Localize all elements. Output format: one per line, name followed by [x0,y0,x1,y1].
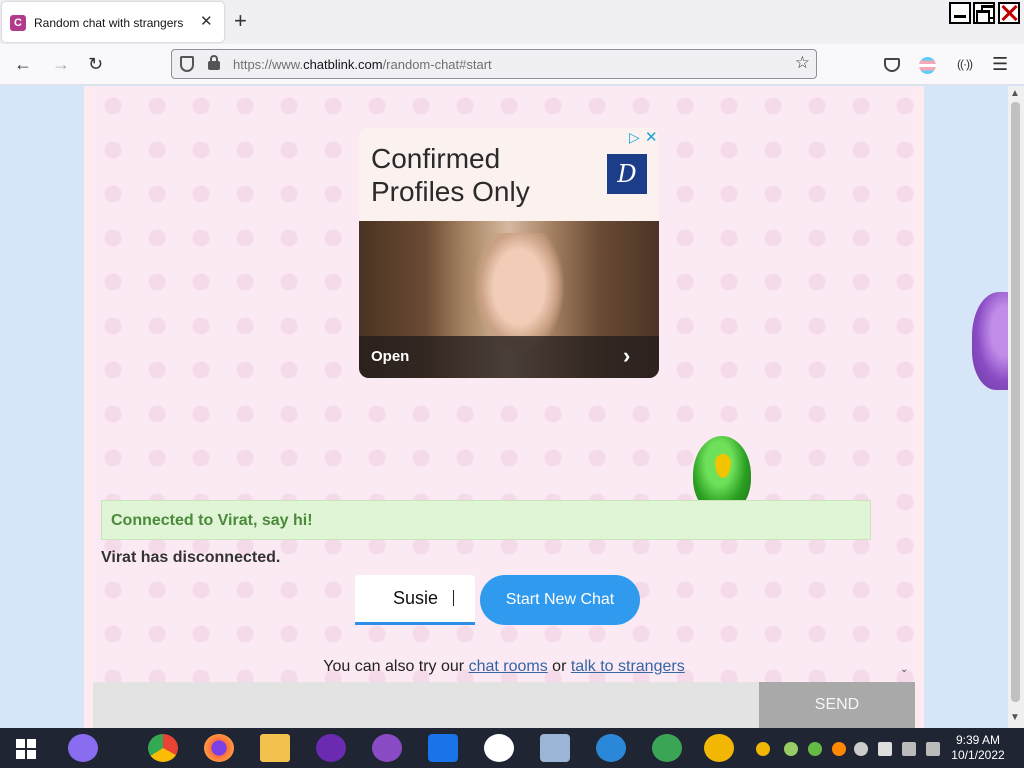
talk-to-strangers-link[interactable]: talk to strangers [571,658,685,675]
chevron-right-icon: › [623,343,631,368]
tray-app-icon[interactable] [756,742,770,756]
chat-rooms-link[interactable]: chat rooms [469,658,548,675]
new-tab-button[interactable]: + [234,10,247,32]
window-close-button[interactable] [998,2,1020,24]
tab-strip: C Random chat with strangers ✕ + [0,0,1024,44]
message-input[interactable] [93,682,759,728]
advertisement[interactable]: Confirmed Profiles Only D ▷ ✕ Open › [359,128,659,378]
volume-icon[interactable] [926,742,940,756]
network-icon[interactable] [902,742,916,756]
message-bar: SEND [93,682,915,728]
ad-headline: Confirmed Profiles Only [371,143,530,207]
lock-icon[interactable] [208,55,220,70]
chrome-icon[interactable] [148,734,178,762]
vpn-pro-icon[interactable] [704,734,734,762]
windows-taskbar: 9:39 AM 10/1/2022 [0,728,1024,768]
disconnected-message: Virat has disconnected. [101,549,281,566]
send-button[interactable]: SEND [759,682,915,728]
site-favicon-icon: C [10,15,26,31]
scroll-down-arrow-icon[interactable]: ▼ [1010,712,1020,723]
pocket-icon[interactable] [884,58,900,72]
hamburger-menu-icon[interactable]: ☰ [992,53,1008,75]
edge-icon[interactable] [596,734,626,762]
file-explorer-icon[interactable] [260,734,290,762]
text-cursor-icon [453,590,459,606]
cleaner-icon[interactable] [652,734,682,762]
alt-prefix: You can also try our [323,658,465,675]
clock-time: 9:39 AM [955,733,1001,747]
disk-utility-icon[interactable] [540,734,570,762]
extension-flag-icon[interactable] [919,57,936,74]
clock[interactable]: 9:39 AM 10/1/2022 [948,733,1008,763]
alt-or: or [552,658,567,675]
page-viewport: Confirmed Profiles Only D ▷ ✕ Open › Con… [0,86,1008,728]
url-prefix: https://www. [233,57,304,72]
url-text[interactable]: https://www.chatblink.com/random-chat#st… [233,57,492,72]
bonzi-buddy-icon[interactable] [372,734,402,762]
chevron-down-icon[interactable]: ⌄ [900,664,908,675]
active-tab[interactable]: C Random chat with strangers ✕ [2,2,224,42]
scroll-up-arrow-icon[interactable]: ▲ [1010,88,1020,99]
ad-close-icon[interactable]: ✕ [645,128,658,146]
search-tray-icon[interactable] [832,742,846,756]
alternatives-line: You can also try our chat rooms or talk … [93,658,915,676]
tray-app-icon-3[interactable] [808,742,822,756]
tab-close-icon[interactable]: ✕ [200,13,213,31]
flag-tray-icon[interactable] [878,742,892,756]
page-container: Confirmed Profiles Only D ▷ ✕ Open › Con… [84,86,924,728]
forward-arrow-icon[interactable]: → [52,54,70,74]
extension-icon[interactable]: ((·)) [957,53,973,75]
back-arrow-icon[interactable]: ← [14,54,32,74]
url-host: chatblink.com [303,57,383,72]
window-minimize-button[interactable] [949,2,971,24]
tray-app-icon-2[interactable] [784,742,798,756]
purple-gorilla-mascot [972,292,1008,390]
bookmark-star-icon[interactable]: ☆ [795,53,810,73]
tracking-shield-icon[interactable] [180,56,194,72]
windows-start-icon[interactable] [16,739,36,759]
start-new-chat-button[interactable]: Start New Chat [480,575,640,625]
cortana-icon[interactable] [68,734,98,762]
chat-panel: Confirmed Profiles Only D ▷ ✕ Open › Con… [93,86,915,682]
address-bar[interactable]: https://www.chatblink.com/random-chat#st… [171,49,817,79]
yahoo-messenger-icon[interactable] [316,734,346,762]
arc-browser-icon[interactable] [428,734,458,762]
ad-open-bar[interactable]: Open › [359,336,659,378]
tab-title: Random chat with strangers [34,16,184,30]
connected-message: Connected to Virat, say hi! [111,512,313,529]
navigation-toolbar: ← → ↻ https://www.chatblink.com/random-c… [0,44,1024,85]
vertical-scrollbar[interactable]: ▲ ▼ [1008,86,1024,728]
window-restore-button[interactable] [973,2,995,24]
ad-choices-icon[interactable]: ▷ [629,129,640,146]
clock-date: 10/1/2022 [951,748,1005,762]
connected-status: Connected to Virat, say hi! [101,500,871,540]
url-path: /random-chat#start [382,57,492,72]
reload-icon[interactable]: ↻ [88,54,103,74]
ad-face-image [474,233,564,353]
scroll-thumb[interactable] [1011,102,1020,702]
tray-minus-icon[interactable] [854,742,868,756]
ad-logo-icon: D [607,154,647,194]
firefox-icon[interactable] [204,734,234,762]
ad-open-label: Open [371,348,410,365]
yandex-icon[interactable] [484,734,514,762]
